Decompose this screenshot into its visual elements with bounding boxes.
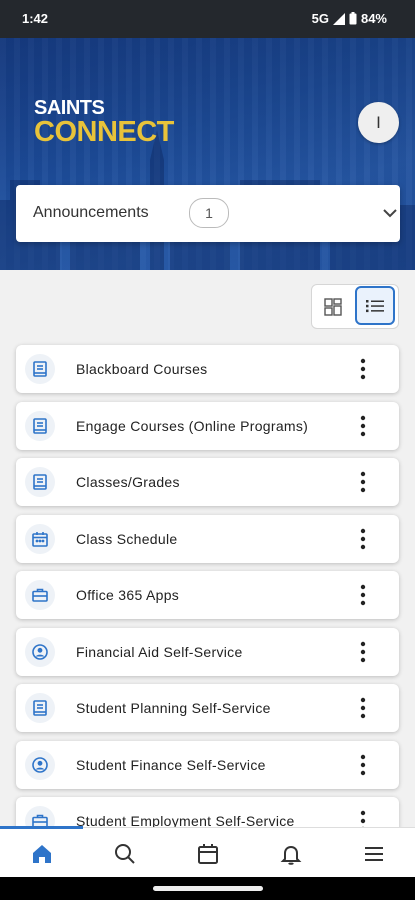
announcements-card[interactable]: Announcements 1 bbox=[16, 185, 400, 242]
card-title: Engage Courses (Online Programs) bbox=[76, 418, 309, 434]
active-tab-indicator bbox=[0, 826, 83, 829]
list-view-icon bbox=[366, 299, 384, 312]
menu-icon[interactable] bbox=[362, 842, 386, 866]
card-icon-wrap bbox=[25, 580, 55, 610]
grid-view-button[interactable] bbox=[312, 285, 354, 328]
card-student-planning[interactable]: Student Planning Self-Service bbox=[16, 684, 399, 732]
card-icon-wrap bbox=[25, 354, 55, 384]
status-bar: 1:42 5G 84% bbox=[0, 0, 415, 38]
user-circle-icon bbox=[32, 644, 48, 660]
battery-icon bbox=[349, 12, 357, 25]
calendar-icon[interactable] bbox=[196, 842, 220, 866]
card-icon-wrap bbox=[25, 637, 55, 667]
book-icon bbox=[33, 700, 47, 716]
avatar-initial: I bbox=[376, 112, 381, 132]
signal-icon bbox=[332, 12, 345, 25]
home-icon[interactable] bbox=[30, 842, 54, 866]
more-options-icon[interactable] bbox=[356, 470, 370, 494]
card-title: Financial Aid Self-Service bbox=[76, 644, 243, 660]
book-icon bbox=[33, 474, 47, 490]
card-icon-wrap bbox=[25, 524, 55, 554]
book-icon bbox=[33, 361, 47, 377]
card-engage-courses[interactable]: Engage Courses (Online Programs) bbox=[16, 402, 399, 450]
card-class-schedule[interactable]: Class Schedule bbox=[16, 515, 399, 563]
card-student-finance[interactable]: Student Finance Self-Service bbox=[16, 741, 399, 789]
announcements-label: Announcements bbox=[33, 204, 149, 221]
more-options-icon[interactable] bbox=[356, 414, 370, 438]
more-options-icon[interactable] bbox=[356, 527, 370, 551]
logo-line2: CONNECT bbox=[34, 116, 174, 148]
card-icon-wrap bbox=[25, 467, 55, 497]
system-gesture-bar bbox=[0, 877, 415, 900]
chevron-down-icon[interactable] bbox=[382, 205, 398, 221]
card-icon-wrap bbox=[25, 411, 55, 441]
more-options-icon[interactable] bbox=[356, 640, 370, 664]
network-label: 5G bbox=[311, 11, 329, 26]
user-circle-icon bbox=[32, 757, 48, 773]
search-icon[interactable] bbox=[113, 842, 137, 866]
card-financial-aid[interactable]: Financial Aid Self-Service bbox=[16, 628, 399, 676]
card-title: Office 365 Apps bbox=[76, 587, 180, 603]
more-options-icon[interactable] bbox=[356, 357, 370, 381]
book-icon bbox=[33, 418, 47, 434]
card-title: Student Finance Self-Service bbox=[76, 757, 266, 773]
card-office-365-apps[interactable]: Office 365 Apps bbox=[16, 571, 399, 619]
grid-view-icon bbox=[324, 297, 342, 316]
status-indicators: 5G 84% bbox=[312, 11, 387, 26]
card-icon-wrap bbox=[25, 693, 55, 723]
saints-connect-logo: SAINTS CONNECT bbox=[34, 97, 174, 148]
logo-line1: SAINTS bbox=[34, 97, 105, 119]
list-view-button[interactable] bbox=[355, 286, 395, 325]
card-icon-wrap bbox=[25, 750, 55, 780]
more-options-icon[interactable] bbox=[356, 753, 370, 777]
battery-label: 84% bbox=[360, 11, 387, 26]
card-title: Student Planning Self-Service bbox=[76, 700, 271, 716]
more-options-icon[interactable] bbox=[356, 696, 370, 720]
view-toggle bbox=[311, 284, 399, 329]
card-title: Blackboard Courses bbox=[76, 361, 208, 377]
announcements-count-badge: 1 bbox=[189, 198, 229, 228]
card-title: Class Schedule bbox=[76, 531, 178, 547]
card-classes-grades[interactable]: Classes/Grades bbox=[16, 458, 399, 506]
avatar[interactable]: I bbox=[358, 102, 399, 143]
status-time: 1:42 bbox=[22, 11, 49, 26]
calendar-icon bbox=[32, 532, 48, 547]
bell-icon[interactable] bbox=[279, 842, 303, 866]
briefcase-icon bbox=[32, 588, 48, 602]
home-gesture-handle[interactable] bbox=[153, 886, 263, 891]
bottom-nav bbox=[0, 826, 415, 878]
card-title: Classes/Grades bbox=[76, 474, 180, 490]
card-blackboard-courses[interactable]: Blackboard Courses bbox=[16, 345, 399, 393]
more-options-icon[interactable] bbox=[356, 583, 370, 607]
